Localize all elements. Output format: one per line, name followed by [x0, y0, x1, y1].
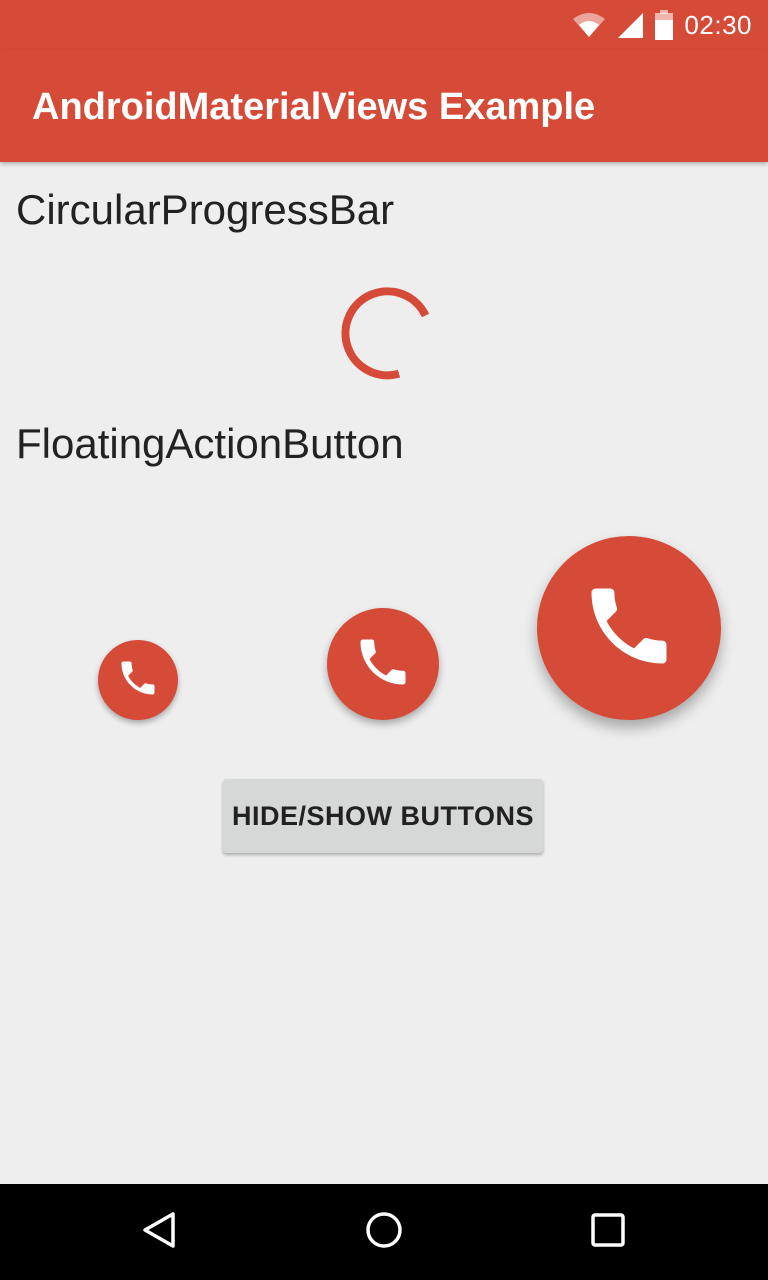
fab-large-button[interactable]	[537, 536, 721, 720]
nav-recents-button[interactable]	[560, 1184, 656, 1280]
section-heading-fab: FloatingActionButton	[16, 420, 404, 467]
status-time: 02:30	[684, 9, 752, 40]
status-bar: 02:30	[0, 0, 768, 50]
fab-small-button[interactable]	[98, 640, 178, 720]
phone-icon	[579, 576, 679, 681]
hide-show-buttons-button[interactable]: HIDE/SHOW BUTTONS	[223, 779, 543, 853]
battery-icon	[654, 10, 674, 40]
recents-icon	[588, 1210, 628, 1255]
nav-home-button[interactable]	[336, 1184, 432, 1280]
circular-progress-spinner	[334, 284, 434, 384]
phone-icon	[353, 632, 413, 697]
app-title: AndroidMaterialViews Example	[32, 86, 596, 128]
home-icon	[364, 1210, 404, 1255]
navigation-bar	[0, 1184, 768, 1280]
phone-icon	[116, 656, 160, 705]
signal-icon	[616, 11, 644, 39]
wifi-icon	[572, 12, 606, 38]
status-icons: 02:30	[572, 9, 752, 41]
section-heading-progress: CircularProgressBar	[16, 186, 395, 233]
nav-back-button[interactable]	[112, 1184, 208, 1280]
app-bar: AndroidMaterialViews Example	[0, 50, 768, 162]
back-icon	[140, 1210, 180, 1255]
fab-medium-button[interactable]	[327, 608, 439, 720]
